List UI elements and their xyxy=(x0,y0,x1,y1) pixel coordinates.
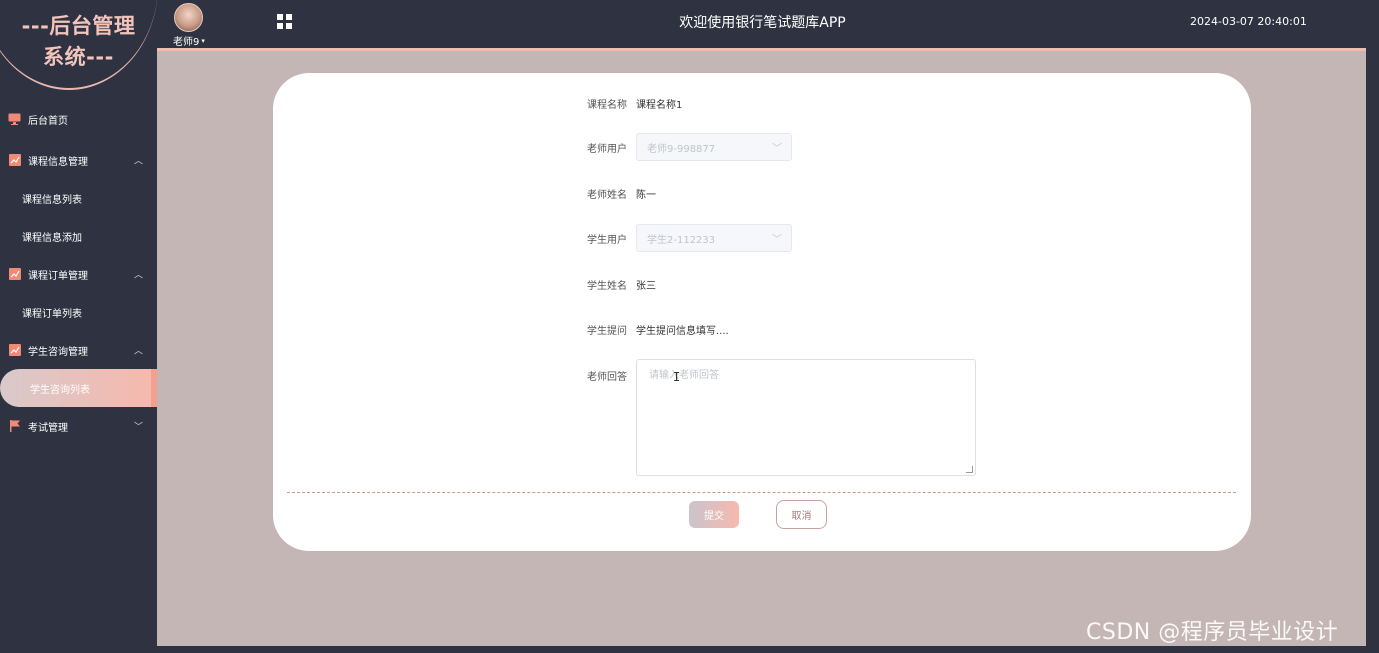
logo-line2: 系统--- xyxy=(43,45,114,69)
caret-down-icon: ▾ xyxy=(201,36,205,45)
course-name-value: 课程名称1 xyxy=(636,100,683,111)
teacher-answer-textarea[interactable]: 请输入老师回答 I xyxy=(636,359,976,476)
user-menu[interactable]: 老师9 ▾ xyxy=(173,33,205,49)
sidebar-item-exam[interactable]: 考试管理 ﹀ xyxy=(0,407,157,445)
chevron-down-icon: ﹀ xyxy=(133,422,143,433)
student-user-label: 学生用户 xyxy=(587,234,627,246)
teacher-user-select[interactable]: 老师9-998877 ﹀ xyxy=(636,133,792,161)
teacher-name-label: 老师姓名 xyxy=(587,190,627,201)
form-row-student-name: 学生姓名 张三 xyxy=(575,277,656,292)
chevron-down-icon: ﹀ xyxy=(772,234,782,246)
sidebar-item-course-order[interactable]: 课程订单管理 ︿ xyxy=(0,255,157,293)
student-name-label: 学生姓名 xyxy=(587,281,627,292)
student-user-value: 学生2-112233 xyxy=(647,234,716,246)
form-row-teacher-user: 老师用户 老师9-998877 ﹀ xyxy=(575,133,792,161)
app-title: 欢迎使用银行笔试题库APP xyxy=(679,15,846,31)
student-question-value: 学生提问信息填写.... xyxy=(636,326,729,337)
sidebar-item-label: 后台首页 xyxy=(28,115,68,127)
form-row-student-user: 学生用户 学生2-112233 ﹀ xyxy=(575,224,792,252)
form-row-teacher-answer: 老师回答 请输入老师回答 I xyxy=(575,359,976,476)
form-divider xyxy=(287,492,1236,493)
logo: ---后台管理 系统--- xyxy=(0,0,157,92)
chart-icon xyxy=(8,344,21,356)
flag-icon xyxy=(8,420,21,432)
sidebar: ---后台管理 系统--- 后台首页 课程信息管理 ︿ 课程信息列表 课程信息添… xyxy=(0,0,157,653)
logo-line1: ---后台管理 xyxy=(21,14,136,38)
grid-menu-icon[interactable] xyxy=(277,14,292,29)
sidebar-subitem-consult-list[interactable]: 学生咨询列表 xyxy=(0,369,157,407)
student-user-select[interactable]: 学生2-112233 ﹀ xyxy=(636,224,792,252)
course-name-label: 课程名称 xyxy=(587,100,627,111)
sidebar-menu: 后台首页 课程信息管理 ︿ 课程信息列表 课程信息添加 课程订单管理 ︿ 课程订… xyxy=(0,100,157,445)
sidebar-item-student-consult[interactable]: 学生咨询管理 ︿ xyxy=(0,331,157,369)
sidebar-item-course-info[interactable]: 课程信息管理 ︿ xyxy=(0,141,157,179)
form-row-student-question: 学生提问 学生提问信息填写.... xyxy=(575,322,729,337)
cancel-button[interactable]: 取消 xyxy=(776,500,827,529)
sidebar-item-home[interactable]: 后台首页 xyxy=(0,100,157,138)
sidebar-item-label: 学生咨询管理 xyxy=(28,346,88,358)
chevron-up-icon: ︿ xyxy=(133,270,143,281)
sidebar-item-label: 课程订单管理 xyxy=(28,270,88,282)
avatar[interactable] xyxy=(174,3,203,32)
chart-icon xyxy=(8,268,21,280)
watermark: CSDN @程序员毕业设计 xyxy=(1086,620,1339,645)
bottom-edge xyxy=(157,646,1379,653)
chevron-up-icon: ︿ xyxy=(133,156,143,167)
user-name: 老师9 xyxy=(173,37,200,48)
sidebar-subitem-course-add[interactable]: 课程信息添加 xyxy=(0,217,157,255)
student-name-value: 张三 xyxy=(636,281,656,292)
resize-handle-icon[interactable] xyxy=(966,466,973,473)
chart-icon xyxy=(8,154,21,166)
submit-button[interactable]: 提交 xyxy=(689,501,739,528)
logo-text: ---后台管理 系统--- xyxy=(0,11,157,73)
teacher-name-value: 陈一 xyxy=(636,190,656,201)
teacher-user-value: 老师9-998877 xyxy=(647,143,716,155)
text-cursor-icon: I xyxy=(673,370,681,384)
form-row-course-name: 课程名称 课程名称1 xyxy=(575,96,682,111)
chevron-down-icon: ﹀ xyxy=(772,143,782,155)
teacher-user-label: 老师用户 xyxy=(587,143,627,155)
sidebar-item-label: 考试管理 xyxy=(28,422,68,434)
datetime: 2024-03-07 20:40:01 xyxy=(1190,15,1307,28)
chevron-up-icon: ︿ xyxy=(133,346,143,357)
form-row-teacher-name: 老师姓名 陈一 xyxy=(575,186,656,201)
sidebar-subitem-course-list[interactable]: 课程信息列表 xyxy=(0,179,157,217)
teacher-answer-placeholder: 请输入老师回答 xyxy=(649,370,719,381)
teacher-answer-label: 老师回答 xyxy=(587,372,627,383)
right-edge xyxy=(1366,48,1379,653)
sidebar-subitem-order-list[interactable]: 课程订单列表 xyxy=(0,293,157,331)
monitor-icon xyxy=(8,113,21,125)
student-question-label: 学生提问 xyxy=(587,326,627,337)
sidebar-item-label: 课程信息管理 xyxy=(28,156,88,168)
